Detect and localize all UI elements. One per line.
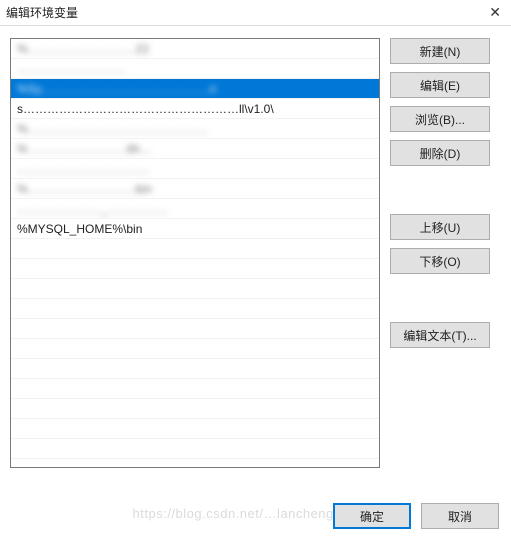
list-item[interactable] <box>11 439 379 459</box>
list-item[interactable] <box>11 239 379 259</box>
list-item[interactable] <box>11 299 379 319</box>
list-item[interactable] <box>11 339 379 359</box>
list-item[interactable]: …………………………… <box>11 159 379 179</box>
close-icon[interactable]: ✕ <box>485 4 505 21</box>
titlebar: 编辑环境变量 ✕ <box>0 0 511 26</box>
list-item[interactable]: %Sy……………………………………n <box>11 79 379 99</box>
list-item[interactable]: …………………_…………… <box>11 199 379 219</box>
list-item[interactable]: s………………………………………………ll\v1.0\ <box>11 99 379 119</box>
list-item[interactable] <box>11 419 379 439</box>
list-item[interactable] <box>11 259 379 279</box>
list-item[interactable]: %………………………22 <box>11 39 379 59</box>
move-down-button[interactable]: 下移(O) <box>390 248 490 274</box>
move-up-button[interactable]: 上移(U) <box>390 214 490 240</box>
path-listbox[interactable]: %………………………22………………………%Sy……………………………………ns… <box>10 38 380 468</box>
edit-text-button[interactable]: 编辑文本(T)... <box>390 322 490 348</box>
list-item[interactable] <box>11 319 379 339</box>
list-item[interactable] <box>11 399 379 419</box>
list-item[interactable] <box>11 279 379 299</box>
list-item[interactable] <box>11 379 379 399</box>
cancel-button[interactable]: 取消 <box>421 503 499 529</box>
side-buttons: 新建(N) 编辑(E) 浏览(B)... 删除(D) 上移(U) 下移(O) 编… <box>390 38 490 468</box>
list-item[interactable]: %………………………bin <box>11 179 379 199</box>
edit-button[interactable]: 编辑(E) <box>390 72 490 98</box>
list-item[interactable] <box>11 359 379 379</box>
window-title: 编辑环境变量 <box>6 4 485 21</box>
list-item[interactable]: % ……………………ith… <box>11 139 379 159</box>
list-item[interactable]: %……………………………………… <box>11 119 379 139</box>
dialog-footer: 确定 取消 <box>333 503 499 529</box>
content-area: %………………………22………………………%Sy……………………………………ns… <box>0 26 511 472</box>
new-button[interactable]: 新建(N) <box>390 38 490 64</box>
delete-button[interactable]: 删除(D) <box>390 140 490 166</box>
list-item[interactable]: ……………………… <box>11 59 379 79</box>
ok-button[interactable]: 确定 <box>333 503 411 529</box>
list-item[interactable]: %MYSQL_HOME%\bin <box>11 219 379 239</box>
browse-button[interactable]: 浏览(B)... <box>390 106 490 132</box>
